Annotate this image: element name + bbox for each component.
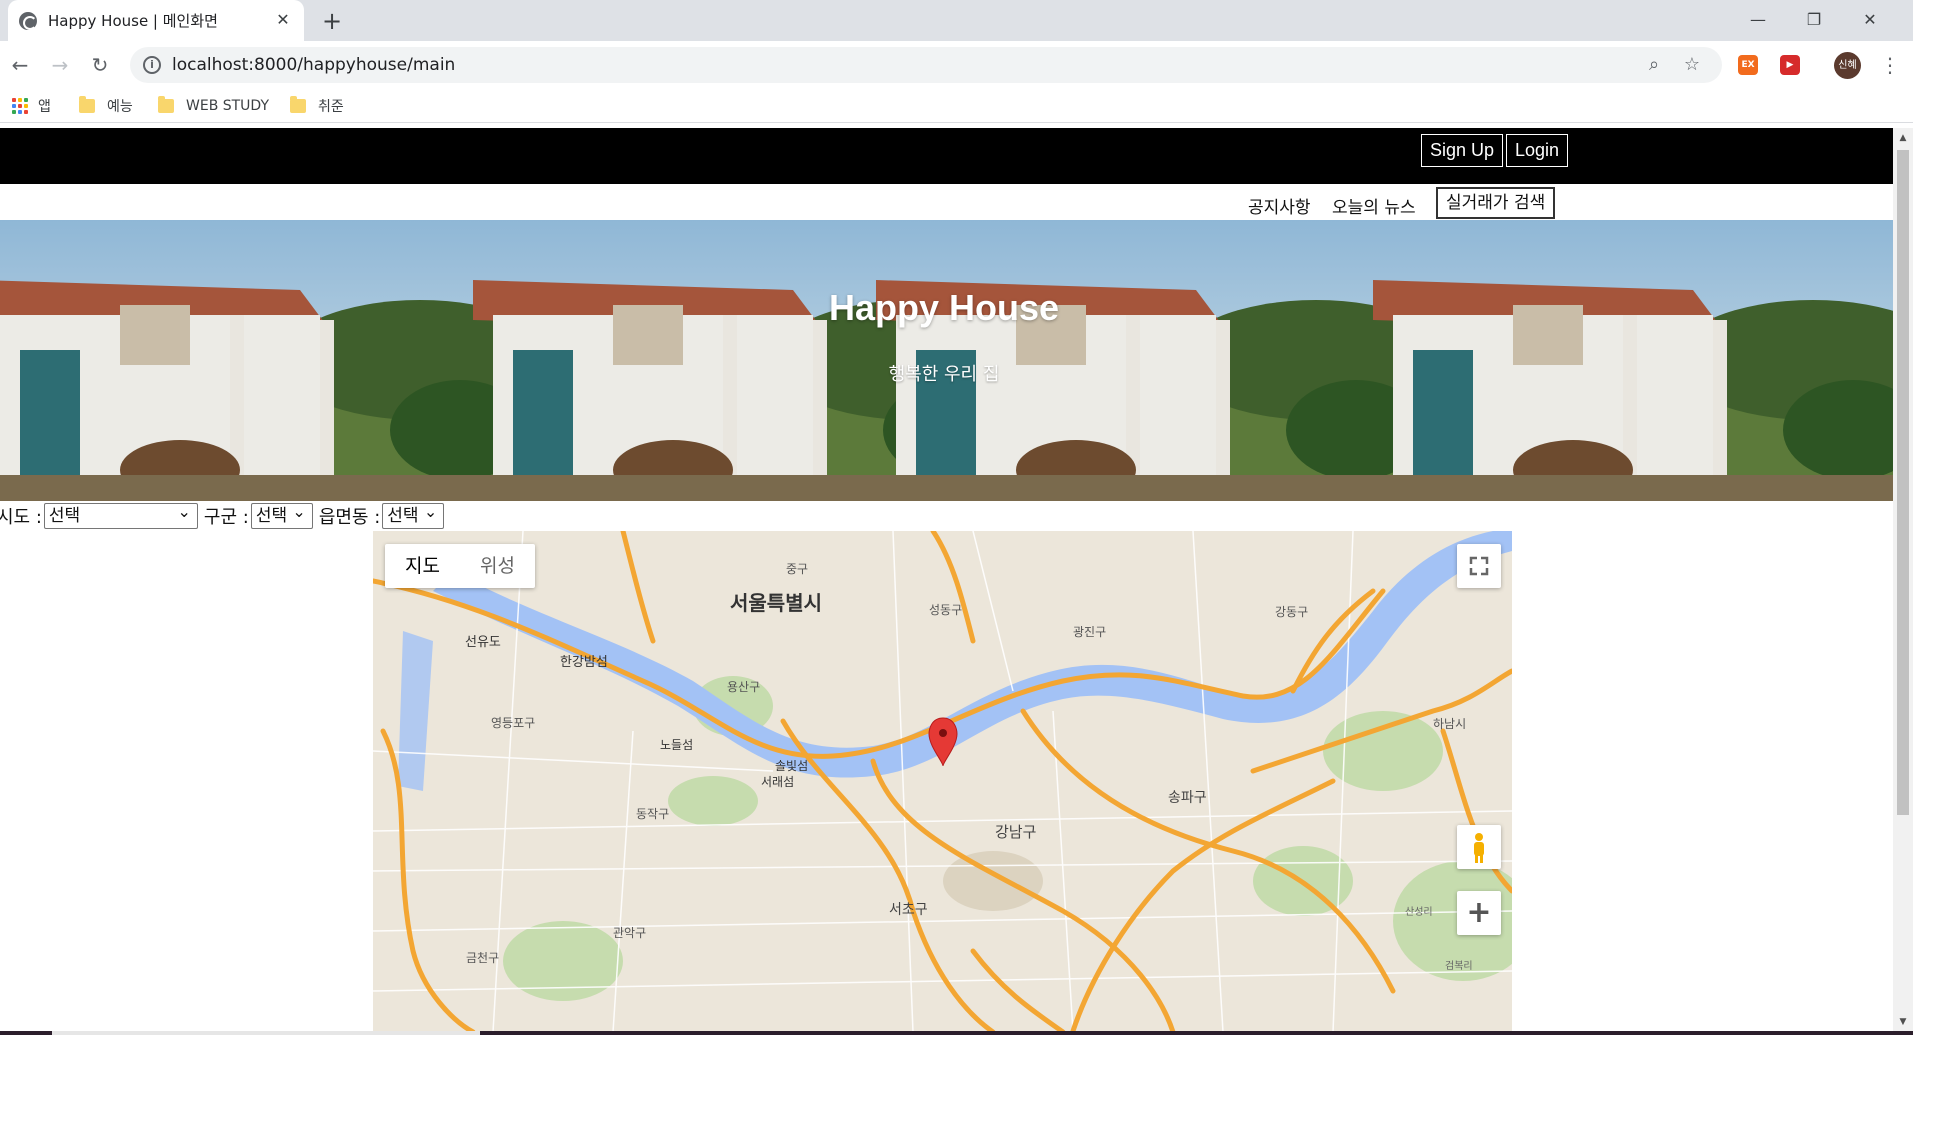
map-label: 하남시 bbox=[1433, 717, 1467, 731]
region-filter-bar: 시도 : 선택 구군 : 선택 읍면동 : 선택 bbox=[0, 500, 1893, 531]
map-label: 솔빛섬 bbox=[775, 759, 809, 773]
hero-title: Happy House bbox=[828, 287, 1060, 328]
profile-avatar[interactable]: 신혜 bbox=[1834, 52, 1861, 79]
folder-icon bbox=[290, 96, 306, 113]
login-button[interactable]: Login bbox=[1506, 134, 1569, 167]
map-label: 서래섬 bbox=[761, 775, 795, 789]
map-label: 용산구 bbox=[727, 680, 761, 694]
map-label: 금천구 bbox=[466, 951, 500, 965]
browser-tabstrip: Happy House | 메인화면 ✕ + — ❐ ✕ bbox=[0, 0, 1913, 41]
folder-icon bbox=[79, 96, 95, 113]
zoom-icon[interactable]: ⌕ bbox=[1642, 53, 1666, 77]
map-label: 송파구 bbox=[1168, 790, 1207, 806]
back-icon[interactable]: ← bbox=[6, 51, 34, 79]
map-type-satellite-button[interactable]: 위성 bbox=[460, 544, 535, 588]
map-label: 검복리 bbox=[1445, 961, 1473, 972]
fullscreen-glyph bbox=[1469, 556, 1489, 576]
fullscreen-icon[interactable] bbox=[1457, 544, 1501, 588]
bookmark-apps[interactable]: 앱 bbox=[12, 95, 51, 117]
hero-banner: Happy House 행복한 우리 집 bbox=[0, 220, 1893, 501]
bookmark-label: WEB STUDY bbox=[186, 98, 269, 114]
bookmark-folder-web-study[interactable]: WEB STUDY bbox=[158, 95, 269, 117]
map-label: 한강밤섬 bbox=[560, 655, 608, 670]
menu-icon[interactable]: ⋮ bbox=[1880, 51, 1900, 79]
map-label: 성동구 bbox=[929, 603, 963, 617]
map-label: 노들섬 bbox=[660, 738, 694, 752]
zoom-in-button[interactable]: + bbox=[1457, 891, 1501, 935]
map-container[interactable]: 중구 서울특별시 성동구 광진구 강동구 선유도 한강밤섬 용산구 영등포구 노… bbox=[373, 531, 1512, 1032]
map-label: 관악구 bbox=[613, 926, 647, 940]
extension-play-icon[interactable]: ▶ bbox=[1780, 55, 1800, 75]
map-label: 서울특별시 bbox=[730, 591, 822, 615]
deal-search-button[interactable]: 실거래가 검색 bbox=[1436, 187, 1556, 219]
bookmark-label: 예능 bbox=[107, 99, 133, 115]
gugun-label: 구군 : bbox=[203, 507, 249, 528]
tab-title: Happy House | 메인화면 bbox=[48, 12, 218, 30]
sub-navigation: 공지사항 오늘의 뉴스 실거래가 검색 bbox=[0, 184, 1893, 220]
gugun-select[interactable]: 선택 bbox=[250, 500, 313, 529]
browser-toolbar: ← → ↻ i localhost:8000/happyhouse/main ⌕… bbox=[0, 41, 1913, 89]
bottom-divider-gap bbox=[52, 1031, 480, 1035]
signup-button[interactable]: Sign Up bbox=[1421, 134, 1504, 167]
url-text[interactable]: localhost:8000/happyhouse/main bbox=[172, 55, 455, 75]
bookmarks-bar: 앱 예능 WEB STUDY 취준 bbox=[0, 89, 1913, 123]
restore-icon[interactable]: ❐ bbox=[1792, 6, 1836, 34]
map-type-control: 지도 위성 bbox=[385, 544, 535, 588]
window-close-icon[interactable]: ✕ bbox=[1848, 6, 1892, 34]
dong-label: 읍면동 : bbox=[318, 507, 381, 528]
sido-select[interactable]: 선택 bbox=[43, 500, 198, 529]
apps-grid-icon bbox=[12, 98, 28, 114]
map-label: 서초구 bbox=[889, 902, 928, 918]
page-viewport: Sign Up Login 공지사항 오늘의 뉴스 실거래가 검색 Happy … bbox=[0, 128, 1913, 1032]
map-label: 산성리 bbox=[1405, 907, 1433, 918]
scroll-up-icon[interactable]: ▲ bbox=[1893, 130, 1913, 146]
scroll-thumb[interactable] bbox=[1897, 150, 1909, 815]
bookmark-folder-yeneung[interactable]: 예능 bbox=[79, 95, 133, 117]
dong-select[interactable]: 선택 bbox=[382, 500, 445, 529]
news-link[interactable]: 오늘의 뉴스 bbox=[1332, 193, 1416, 218]
map-label: 동작구 bbox=[636, 807, 670, 821]
map-label: 강동구 bbox=[1275, 605, 1309, 619]
hero-subtitle: 행복한 우리 집 bbox=[888, 364, 1000, 385]
street-view-pegman-icon[interactable] bbox=[1457, 825, 1501, 869]
map-type-map-button[interactable]: 지도 bbox=[385, 544, 460, 588]
sido-label: 시도 : bbox=[0, 507, 42, 528]
folder-icon bbox=[158, 96, 174, 113]
address-bar[interactable]: i localhost:8000/happyhouse/main ⌕ ☆ bbox=[130, 47, 1722, 83]
page-scrollbar[interactable]: ▲ ▼ bbox=[1893, 128, 1913, 1032]
scroll-down-icon[interactable]: ▼ bbox=[1893, 1014, 1913, 1030]
new-tab-button[interactable]: + bbox=[318, 7, 346, 35]
pegman-glyph bbox=[1474, 833, 1484, 863]
reload-icon[interactable]: ↻ bbox=[86, 51, 114, 79]
notice-link[interactable]: 공지사항 bbox=[1248, 193, 1311, 218]
bookmark-star-icon[interactable]: ☆ bbox=[1680, 53, 1704, 77]
bookmark-label: 취준 bbox=[318, 99, 344, 115]
map-label: 영등포구 bbox=[491, 716, 536, 730]
browser-tab[interactable]: Happy House | 메인화면 ✕ bbox=[8, 0, 304, 41]
map-label: 강남구 bbox=[995, 823, 1037, 841]
extension-ex-icon[interactable]: EX bbox=[1738, 55, 1758, 75]
forward-icon[interactable]: → bbox=[46, 51, 74, 79]
top-header: Sign Up Login bbox=[0, 128, 1893, 184]
globe-icon bbox=[19, 12, 37, 30]
info-icon[interactable]: i bbox=[143, 56, 161, 74]
map-label: 광진구 bbox=[1073, 625, 1107, 639]
map-label: 중구 bbox=[786, 562, 809, 576]
minimize-icon[interactable]: — bbox=[1736, 6, 1780, 34]
bookmark-label: 앱 bbox=[38, 99, 51, 115]
close-tab-icon[interactable]: ✕ bbox=[272, 9, 294, 31]
bookmark-folder-chwijun[interactable]: 취준 bbox=[290, 95, 344, 117]
map-label: 선유도 bbox=[465, 635, 501, 650]
